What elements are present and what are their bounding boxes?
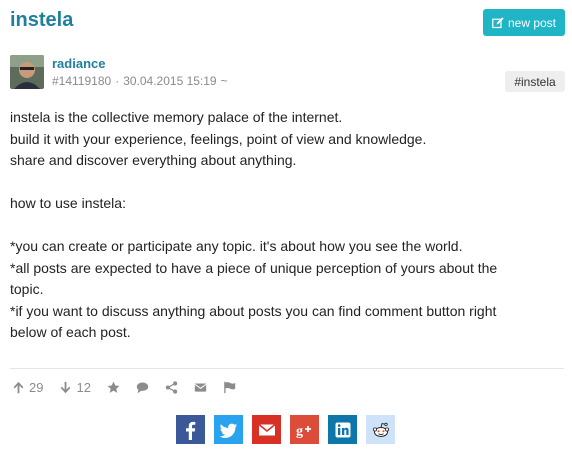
share-icon: [165, 380, 178, 394]
divider: [10, 368, 564, 369]
body-line: how to use instela:: [10, 195, 126, 211]
body-line: [10, 172, 562, 194]
share-email-button[interactable]: [252, 415, 281, 444]
body-line: [10, 215, 562, 237]
body-line: *you can create or participate any topic…: [10, 238, 463, 254]
email-icon: [257, 423, 276, 435]
downvote-button[interactable]: 12: [59, 379, 91, 395]
report-button[interactable]: [223, 381, 236, 394]
avatar-image: [10, 55, 44, 89]
body-line: instela is the collective memory palace …: [10, 109, 343, 125]
share-facebook-button[interactable]: [176, 415, 205, 444]
comment-button[interactable]: [136, 381, 149, 394]
body-line: *if you want to discuss anything about p…: [10, 302, 497, 319]
favorite-button[interactable]: [107, 381, 120, 394]
post-actions: 29 12: [12, 377, 252, 397]
new-post-label: new post: [507, 15, 557, 30]
downvote-count: 12: [76, 379, 91, 395]
share-button[interactable]: [165, 380, 178, 394]
google-plus-icon: g: [296, 424, 311, 439]
arrow-up-icon: [13, 381, 24, 393]
author-name[interactable]: radiance: [52, 56, 105, 71]
comment-icon: [136, 381, 149, 393]
meta-separator: ·: [115, 74, 120, 88]
edit-history-tilde[interactable]: ~: [221, 74, 228, 88]
linkedin-icon: [335, 422, 350, 437]
star-icon: [107, 381, 120, 393]
post-meta: #14119180 · 30.04.2015 15:19 ~: [52, 74, 228, 88]
body-line: build it with your experience, feelings,…: [10, 130, 427, 147]
body-line: *all posts are expected to have a piece …: [10, 259, 498, 276]
share-reddit-button[interactable]: [366, 415, 395, 444]
body-line: topic.: [10, 281, 44, 297]
flag-icon: [224, 381, 236, 393]
envelope-icon: [194, 382, 207, 392]
message-button[interactable]: [194, 381, 207, 394]
arrow-down-icon: [61, 381, 71, 393]
share-linkedin-button[interactable]: [328, 415, 357, 444]
share-twitter-button[interactable]: [214, 415, 243, 444]
reddit-icon: [372, 422, 389, 437]
share-bar: g: [176, 415, 395, 444]
topic-tag[interactable]: #instela: [505, 71, 565, 92]
upvote-button[interactable]: 29: [12, 380, 43, 395]
facebook-icon: [185, 421, 195, 440]
upvote-count: 29: [29, 379, 44, 395]
svg-text:g: g: [296, 424, 303, 439]
post-id[interactable]: #14119180: [52, 74, 111, 88]
body-line: share and discover everything about anyt…: [10, 152, 297, 168]
post-date[interactable]: 30.04.2015 15:19: [123, 74, 216, 88]
body-line: below of each post.: [10, 324, 131, 340]
new-post-button[interactable]: new post: [483, 9, 565, 36]
share-google-plus-button[interactable]: g: [290, 415, 319, 444]
twitter-icon: [219, 423, 237, 438]
edit-icon: [492, 16, 504, 28]
post-body: instela is the collective memory palace …: [10, 107, 562, 344]
avatar[interactable]: [10, 55, 44, 89]
page-title[interactable]: instela: [10, 9, 73, 32]
